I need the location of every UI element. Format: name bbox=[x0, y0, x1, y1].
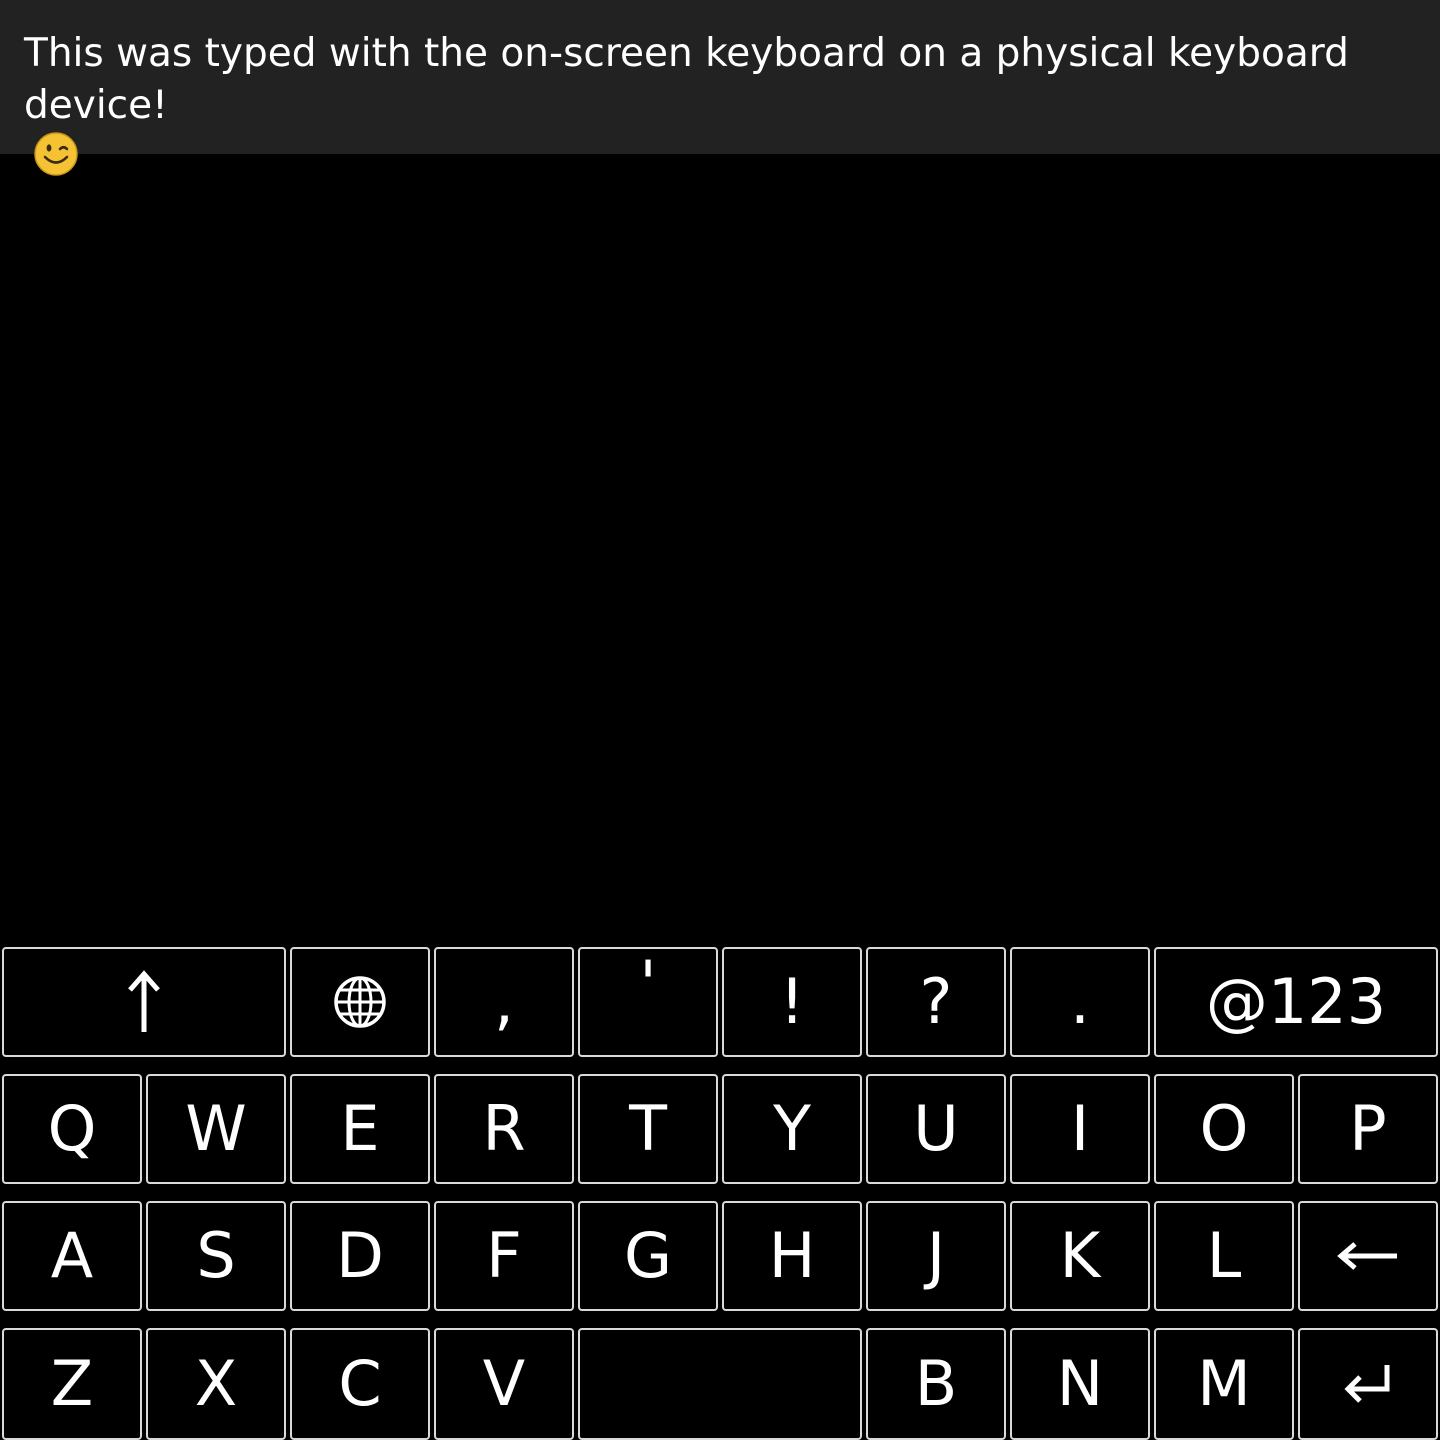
key-x[interactable]: X bbox=[146, 1328, 286, 1440]
key-label: B bbox=[914, 1347, 958, 1420]
key-g[interactable]: G bbox=[578, 1201, 718, 1311]
key-label: H bbox=[768, 1219, 816, 1292]
symbols-key[interactable]: @123 bbox=[1154, 947, 1438, 1057]
key-label: A bbox=[50, 1219, 94, 1292]
on-screen-keyboard: , ' ! ? . @123 Q W E R T Y U I O P A S D F G H J K L Z X C V… bbox=[0, 945, 1440, 1440]
key-label: E bbox=[340, 1092, 380, 1165]
key-o[interactable]: O bbox=[1154, 1074, 1294, 1184]
typed-text: This was typed with the on-screen keyboa… bbox=[24, 31, 1349, 128]
shift-arrow-icon bbox=[126, 970, 162, 1034]
key-c[interactable]: C bbox=[290, 1328, 430, 1440]
question-key[interactable]: ? bbox=[866, 947, 1006, 1057]
question-key-label: ? bbox=[919, 965, 953, 1038]
key-label: L bbox=[1206, 1219, 1242, 1292]
key-e[interactable]: E bbox=[290, 1074, 430, 1184]
key-label: O bbox=[1199, 1092, 1249, 1165]
key-y[interactable]: Y bbox=[722, 1074, 862, 1184]
language-key[interactable] bbox=[290, 947, 430, 1057]
key-p[interactable]: P bbox=[1298, 1074, 1438, 1184]
key-m[interactable]: M bbox=[1154, 1328, 1294, 1440]
backspace-arrow-icon bbox=[1337, 1241, 1399, 1271]
key-label: K bbox=[1059, 1219, 1101, 1292]
key-label: G bbox=[623, 1219, 673, 1292]
key-n[interactable]: N bbox=[1010, 1328, 1150, 1440]
period-key-label: . bbox=[1070, 965, 1090, 1038]
key-t[interactable]: T bbox=[578, 1074, 718, 1184]
key-j[interactable]: J bbox=[866, 1201, 1006, 1311]
key-i[interactable]: I bbox=[1010, 1074, 1150, 1184]
enter-icon bbox=[1343, 1363, 1393, 1405]
key-label: P bbox=[1349, 1092, 1387, 1165]
key-f[interactable]: F bbox=[434, 1201, 574, 1311]
key-d[interactable]: D bbox=[290, 1201, 430, 1311]
backspace-key[interactable] bbox=[1298, 1201, 1438, 1311]
key-label: Y bbox=[773, 1092, 811, 1165]
apostrophe-key-label: ' bbox=[639, 947, 657, 1020]
comma-key[interactable]: , bbox=[434, 947, 574, 1057]
key-label: S bbox=[196, 1219, 236, 1292]
key-q[interactable]: Q bbox=[2, 1074, 142, 1184]
key-r[interactable]: R bbox=[434, 1074, 574, 1184]
exclamation-key-label: ! bbox=[779, 965, 805, 1038]
globe-icon bbox=[333, 975, 387, 1029]
key-l[interactable]: L bbox=[1154, 1201, 1294, 1311]
key-label: Q bbox=[47, 1092, 97, 1165]
key-b[interactable]: B bbox=[866, 1328, 1006, 1440]
symbols-key-label: @123 bbox=[1205, 965, 1387, 1038]
key-h[interactable]: H bbox=[722, 1201, 862, 1311]
key-label: C bbox=[338, 1347, 382, 1420]
key-label: I bbox=[1070, 1092, 1090, 1165]
key-v[interactable]: V bbox=[434, 1328, 574, 1440]
key-label: V bbox=[482, 1347, 526, 1420]
key-u[interactable]: U bbox=[866, 1074, 1006, 1184]
text-input-field[interactable]: This was typed with the on-screen keyboa… bbox=[0, 0, 1440, 176]
exclamation-key[interactable]: ! bbox=[722, 947, 862, 1057]
key-label: M bbox=[1197, 1347, 1251, 1420]
key-a[interactable]: A bbox=[2, 1201, 142, 1311]
space-key[interactable] bbox=[578, 1328, 862, 1440]
key-label: F bbox=[486, 1219, 522, 1292]
key-label: T bbox=[629, 1092, 667, 1165]
enter-key[interactable] bbox=[1298, 1328, 1438, 1440]
key-label: R bbox=[482, 1092, 526, 1165]
winking-smiley-emoji-icon bbox=[34, 132, 78, 176]
key-label: W bbox=[185, 1092, 247, 1165]
shift-key[interactable] bbox=[2, 947, 286, 1057]
key-label: Z bbox=[50, 1347, 94, 1420]
key-label: J bbox=[926, 1219, 946, 1292]
key-k[interactable]: K bbox=[1010, 1201, 1150, 1311]
comma-key-label: , bbox=[494, 965, 514, 1038]
key-label: U bbox=[913, 1092, 959, 1165]
key-s[interactable]: S bbox=[146, 1201, 286, 1311]
key-label: N bbox=[1056, 1347, 1104, 1420]
key-w[interactable]: W bbox=[146, 1074, 286, 1184]
key-label: D bbox=[336, 1219, 384, 1292]
period-key[interactable]: . bbox=[1010, 947, 1150, 1057]
apostrophe-key[interactable]: ' bbox=[578, 947, 718, 1057]
key-label: X bbox=[194, 1347, 238, 1420]
key-z[interactable]: Z bbox=[2, 1328, 142, 1440]
